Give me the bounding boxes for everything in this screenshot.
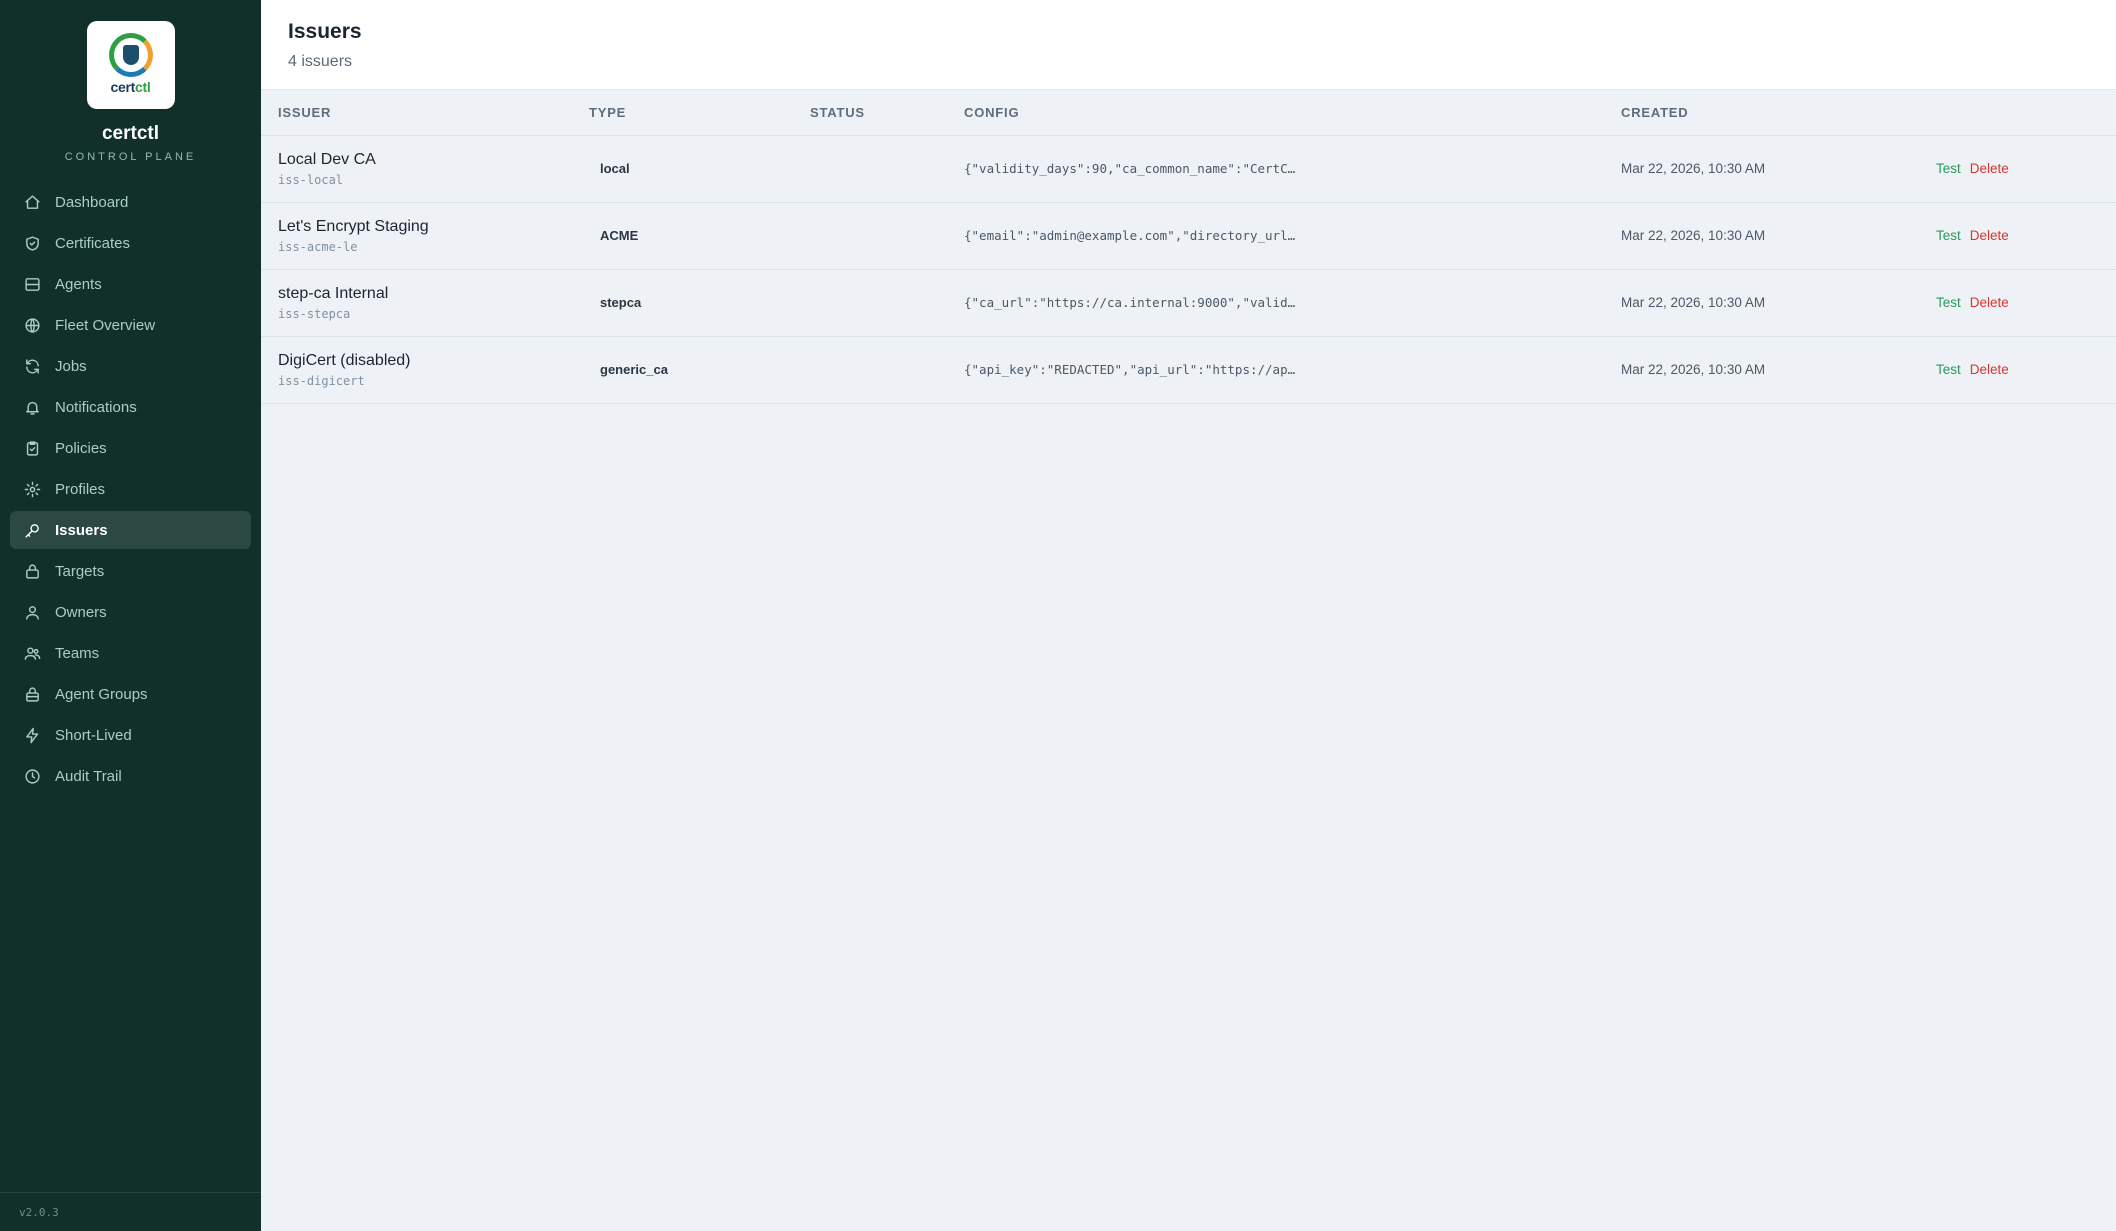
test-button[interactable]: Test [1936, 295, 1961, 310]
issuer-created: Mar 22, 2026, 10:30 AM [1621, 227, 1766, 243]
lock-group-icon [26, 686, 39, 702]
issuer-created: Mar 22, 2026, 10:30 AM [1621, 294, 1766, 310]
sidebar-item-label: Agent Groups [55, 685, 148, 703]
home-icon [25, 194, 40, 209]
issuer-config: {"ca_url":"https://ca.internal:9000","va… [964, 294, 1296, 310]
app-version: v2.0.3 [0, 1192, 261, 1231]
clipboard-check-icon [26, 440, 39, 456]
sidebar-item-owners[interactable]: Owners [10, 593, 251, 631]
issuers-table: ISSUER TYPE STATUS CONFIG CREATED Local … [261, 90, 2116, 404]
sidebar-item-label: Policies [55, 439, 107, 457]
issuer-id: iss-stepca [278, 306, 351, 321]
gear-icon [24, 481, 41, 497]
issuer-count: 4 issuers [288, 53, 353, 70]
brand-name: certctl [101, 123, 160, 144]
refresh-icon [26, 358, 39, 374]
issuer-name[interactable]: Let's Encrypt Staging [278, 218, 589, 236]
issuer-type: local [600, 160, 630, 176]
shield-check-icon [26, 235, 39, 251]
main-content: Issuers 4 issuers ISSUER TYPE STATUS CON… [261, 0, 2116, 1231]
delete-button[interactable]: Delete [1970, 295, 2009, 310]
issuer-config: {"validity_days":90,"ca_common_name":"Ce… [964, 160, 1296, 176]
issuer-id: iss-acme-le [278, 239, 358, 254]
sidebar-item-label: Agents [55, 275, 102, 293]
table-row[interactable]: DigiCert (disabled) iss-digicert generic… [261, 336, 2116, 403]
sidebar-item-label: Jobs [55, 357, 87, 375]
page-header: Issuers 4 issuers [261, 0, 2116, 90]
sidebar-item-label: Targets [55, 562, 105, 580]
sidebar-item-jobs[interactable]: Jobs [10, 347, 251, 385]
sidebar-item-profiles[interactable]: Profiles [10, 470, 251, 508]
issuer-config: {"api_key":"REDACTED","api_url":"https:/… [964, 361, 1296, 377]
bell-icon [26, 401, 39, 415]
column-header-issuer[interactable]: ISSUER [261, 90, 589, 136]
sidebar-item-label: Fleet Overview [55, 316, 156, 334]
lightning-icon [26, 727, 39, 743]
sidebar-item-label: Short-Lived [55, 726, 132, 744]
issuer-name[interactable]: DigiCert (disabled) [278, 352, 589, 370]
issuer-type: stepca [600, 294, 642, 310]
sidebar-item-dashboard[interactable]: Dashboard [10, 183, 251, 221]
sidebar-item-short-lived[interactable]: Short-Lived [10, 716, 251, 754]
sidebar-nav: Dashboard Certificates Agents Fleet Over… [0, 183, 261, 795]
key-icon [25, 523, 39, 538]
test-button[interactable]: Test [1936, 161, 1961, 176]
lock-icon [26, 563, 39, 579]
globe-icon [25, 317, 40, 333]
test-button[interactable]: Test [1936, 228, 1961, 243]
sidebar-item-issuers[interactable]: Issuers [10, 511, 251, 549]
column-header-type[interactable]: TYPE [589, 90, 810, 136]
sidebar-item-fleet-overview[interactable]: Fleet Overview [10, 306, 251, 344]
sidebar-item-label: Certificates [55, 234, 131, 252]
column-header-config[interactable]: CONFIG [964, 90, 1621, 136]
issuer-name[interactable]: step-ca Internal [278, 285, 589, 303]
issuer-type: ACME [600, 227, 639, 243]
delete-button[interactable]: Delete [1970, 362, 2009, 377]
issuer-created: Mar 22, 2026, 10:30 AM [1621, 361, 1766, 377]
table-row[interactable]: Let's Encrypt Staging iss-acme-le ACME {… [261, 202, 2116, 269]
sidebar: certctl certctl CONTROL PLANE Dashboard … [0, 0, 261, 1231]
table-header-row: ISSUER TYPE STATUS CONFIG CREATED [261, 90, 2116, 136]
issuer-name[interactable]: Local Dev CA [278, 151, 589, 169]
sidebar-item-policies[interactable]: Policies [10, 429, 251, 467]
user-icon [26, 605, 39, 620]
sidebar-item-notifications[interactable]: Notifications [10, 388, 251, 426]
column-header-status[interactable]: STATUS [810, 90, 964, 136]
column-header-actions [1936, 90, 2116, 136]
sidebar-item-label: Notifications [55, 398, 137, 416]
certctl-logo[interactable]: certctl [86, 21, 175, 109]
delete-button[interactable]: Delete [1970, 161, 2009, 176]
delete-button[interactable]: Delete [1970, 228, 2009, 243]
logo-shield-icon [122, 45, 139, 65]
issuer-config: {"email":"admin@example.com","directory_… [964, 227, 1296, 243]
sidebar-item-audit-trail[interactable]: Audit Trail [10, 757, 251, 795]
logo-wordmark: certctl [110, 79, 151, 95]
sidebar-item-agent-groups[interactable]: Agent Groups [10, 675, 251, 713]
issuer-type: generic_ca [600, 361, 668, 377]
brand-subtitle: CONTROL PLANE [64, 151, 197, 163]
issuer-id: iss-digicert [278, 373, 365, 388]
sidebar-item-label: Dashboard [55, 193, 129, 211]
issuer-id: iss-local [278, 172, 344, 187]
sidebar-item-label: Profiles [55, 480, 106, 498]
users-icon [24, 646, 41, 660]
test-button[interactable]: Test [1936, 362, 1961, 377]
sidebar-item-label: Teams [55, 644, 100, 662]
sidebar-item-certificates[interactable]: Certificates [10, 224, 251, 262]
sidebar-item-label: Owners [55, 603, 107, 621]
server-icon [25, 277, 40, 291]
sidebar-item-agents[interactable]: Agents [10, 265, 251, 303]
table-row[interactable]: step-ca Internal iss-stepca stepca {"ca_… [261, 269, 2116, 336]
issuer-created: Mar 22, 2026, 10:30 AM [1621, 160, 1766, 176]
sidebar-item-teams[interactable]: Teams [10, 634, 251, 672]
sidebar-item-targets[interactable]: Targets [10, 552, 251, 590]
sidebar-item-label: Audit Trail [55, 767, 122, 785]
table-row[interactable]: Local Dev CA iss-local local {"validity_… [261, 135, 2116, 202]
page-title: Issuers [288, 20, 362, 43]
column-header-created[interactable]: CREATED [1621, 90, 1936, 136]
clock-icon [25, 768, 40, 784]
sidebar-item-label: Issuers [55, 521, 108, 539]
